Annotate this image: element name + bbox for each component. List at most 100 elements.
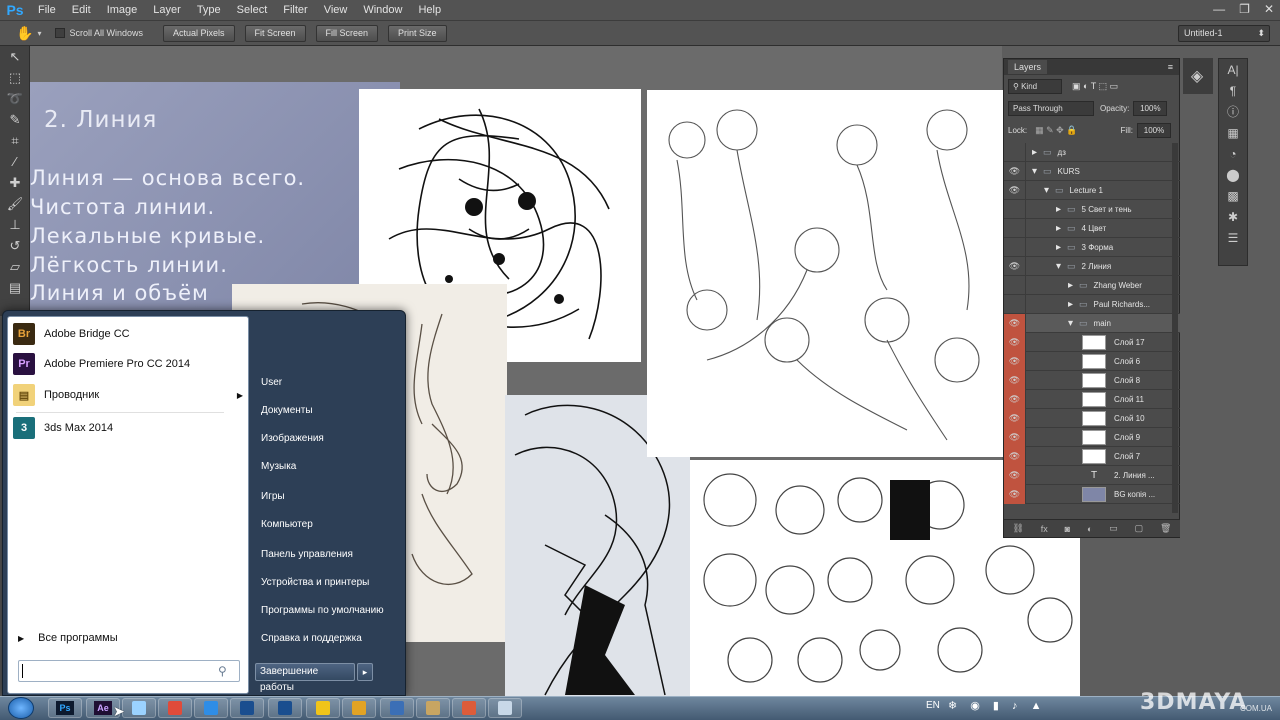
menu-window[interactable]: Window — [355, 0, 410, 21]
tool-preset-chevron-icon[interactable]: ▾ — [37, 29, 41, 38]
language-indicator[interactable]: EN — [926, 700, 940, 711]
tool-presets-icon[interactable]: ✱ — [1219, 206, 1247, 227]
lasso-tool-icon[interactable]: ➰ — [0, 88, 30, 109]
fill-input[interactable]: 100% — [1137, 122, 1171, 138]
search-icon[interactable]: ⚲ — [218, 664, 227, 678]
collapsed-arrow-icon[interactable]: ▸ — [1068, 299, 1073, 310]
menu-filter[interactable]: Filter — [275, 0, 315, 21]
all-programs-link[interactable]: ▶ Все программы — [18, 632, 118, 644]
layer-row[interactable]: 👁 Слой 11 — [1004, 389, 1180, 409]
mask-icon[interactable]: ◙ — [1065, 524, 1070, 534]
print-size-button[interactable]: Print Size — [388, 24, 447, 42]
link-icon[interactable]: ⛓ — [1012, 523, 1023, 534]
swatches-icon[interactable]: ▩ — [1219, 185, 1247, 206]
visibility-eye-icon[interactable]: 👁 — [1004, 389, 1026, 409]
move-tool-icon[interactable]: ↖ — [0, 46, 30, 67]
menu-help[interactable]: Help — [410, 0, 449, 21]
taskbar-app-button[interactable] — [452, 698, 486, 718]
layers-stack-icon[interactable]: ◈ — [1183, 58, 1211, 94]
visibility-eye-icon[interactable]: 👁 — [1004, 313, 1026, 333]
document-select[interactable]: Untitled-1 ⬍ — [1178, 25, 1270, 42]
visibility-eye-icon[interactable]: 👁 — [1004, 256, 1026, 276]
fx-icon[interactable]: fx — [1041, 524, 1048, 534]
close-icon[interactable]: ✕ — [1264, 2, 1274, 16]
new-layer-icon[interactable]: ▢ — [1135, 523, 1144, 534]
menu-image[interactable]: Image — [99, 0, 146, 21]
layer-row[interactable]: 👁 BG копія ... — [1004, 484, 1180, 504]
visibility-eye-icon[interactable]: 👁 — [1004, 465, 1026, 485]
taskbar-app-button[interactable] — [416, 698, 450, 718]
start-button[interactable] — [8, 697, 34, 719]
adjustment-icon[interactable]: ◐ — [1087, 524, 1092, 534]
character-icon[interactable]: A| — [1219, 59, 1247, 80]
quick-select-tool-icon[interactable]: ✎ — [0, 109, 30, 130]
layer-row[interactable]: 👁 ▾ ▭ main — [1004, 313, 1180, 333]
history-brush-icon[interactable]: ↺ — [0, 235, 30, 256]
hand-tool-icon[interactable]: ✋ — [16, 25, 33, 42]
visibility-eye-icon[interactable] — [1004, 218, 1026, 238]
lock-options-icon[interactable]: ▦ ✎ ✥ 🔒 — [1035, 125, 1077, 136]
expanded-arrow-icon[interactable]: ▾ — [1068, 318, 1073, 329]
healing-tool-icon[interactable]: ✚ — [0, 172, 30, 193]
shutdown-button[interactable]: Завершение работы — [255, 663, 355, 693]
taskbar-app-button[interactable] — [306, 698, 340, 718]
taskbar-app-button[interactable] — [158, 698, 192, 718]
menu-type[interactable]: Type — [189, 0, 229, 21]
expanded-arrow-icon[interactable]: ▾ — [1032, 166, 1037, 177]
trash-icon[interactable]: 🗑 — [1160, 523, 1171, 534]
taskbar-app-button[interactable] — [194, 698, 228, 718]
place-devices[interactable]: Устройства и принтеры — [261, 577, 369, 588]
menu-view[interactable]: View — [316, 0, 356, 21]
taskbar-app-button[interactable] — [230, 698, 264, 718]
layer-row[interactable]: 👁 Слой 17 — [1004, 332, 1180, 352]
panel-menu-icon[interactable]: ≡ — [1168, 62, 1173, 72]
system-tray[interactable]: ❄ ◉ ▮ ♪ ▲ — [948, 699, 1046, 712]
brush-tool-icon[interactable]: 🖌 — [0, 193, 30, 214]
kind-filter-select[interactable]: ⚲ Kind — [1008, 78, 1062, 94]
layer-row[interactable]: 👁 Слой 8 — [1004, 370, 1180, 390]
visibility-eye-icon[interactable]: 👁 — [1004, 484, 1026, 504]
collapsed-arrow-icon[interactable]: ▸ — [1068, 280, 1073, 291]
pinned-app-premiere[interactable]: Pr Adobe Premiere Pro CC 2014 — [13, 350, 243, 378]
layer-row[interactable]: ▸ ▭ 3 Форма — [1004, 237, 1180, 257]
taskbar-app-button[interactable] — [488, 698, 522, 718]
navigator-icon[interactable]: ▦ — [1219, 122, 1247, 143]
place-games[interactable]: Игры — [261, 491, 285, 502]
visibility-eye-icon[interactable]: 👁 — [1004, 351, 1026, 371]
fit-screen-button[interactable]: Fit Screen — [244, 24, 306, 42]
group-icon[interactable]: ▭ — [1109, 523, 1118, 534]
layer-row[interactable]: 👁 Слой 6 — [1004, 351, 1180, 371]
visibility-eye-icon[interactable]: 👁 — [1004, 180, 1026, 200]
place-music[interactable]: Музыка — [261, 461, 296, 472]
filter-pixel-icon[interactable]: ▣ ◐ T ⬚ ▭ — [1072, 81, 1118, 92]
collapsed-arrow-icon[interactable]: ▸ — [1056, 223, 1061, 234]
visibility-eye-icon[interactable] — [1004, 237, 1026, 257]
layers-tab[interactable]: Layers — [1008, 60, 1048, 74]
pinned-app-explorer[interactable]: ▤ Проводник ▶ — [13, 381, 243, 409]
expanded-arrow-icon[interactable]: ▾ — [1044, 185, 1049, 196]
place-user[interactable]: User — [261, 377, 282, 388]
layer-row[interactable]: ▸ ▭ Zhang Weber — [1004, 275, 1180, 295]
adjustments-icon[interactable]: ☰ — [1219, 227, 1247, 248]
color-icon[interactable]: ⬤ — [1219, 164, 1247, 185]
collapsed-arrow-icon[interactable]: ▸ — [1032, 147, 1037, 158]
menu-file[interactable]: File — [30, 0, 64, 21]
visibility-eye-icon[interactable] — [1004, 294, 1026, 314]
visibility-eye-icon[interactable]: 👁 — [1004, 332, 1026, 352]
eraser-tool-icon[interactable]: ▱ — [0, 256, 30, 277]
layer-row[interactable]: 👁 Слой 7 — [1004, 446, 1180, 466]
marquee-tool-icon[interactable]: ⬚ — [0, 67, 30, 88]
eyedropper-tool-icon[interactable]: ⁄ — [0, 151, 30, 172]
restore-icon[interactable]: ❐ — [1239, 2, 1250, 16]
layer-row[interactable]: ▸ ▭ 4 Цвет — [1004, 218, 1180, 238]
visibility-eye-icon[interactable]: 👁 — [1004, 161, 1026, 181]
menu-select[interactable]: Select — [229, 0, 276, 21]
fill-screen-button[interactable]: Fill Screen — [315, 24, 379, 42]
layer-row[interactable]: ▸ ▭ 5 Свет и тень — [1004, 199, 1180, 219]
place-documents[interactable]: Документы — [261, 405, 313, 416]
pinned-app-3dsmax[interactable]: 3 3ds Max 2014 — [13, 414, 243, 442]
gradient-tool-icon[interactable]: ▤ — [0, 277, 30, 298]
blend-mode-select[interactable]: Pass Through — [1008, 100, 1094, 116]
scroll-all-windows-checkbox[interactable] — [55, 28, 66, 38]
crop-tool-icon[interactable]: ⌗ — [0, 130, 30, 151]
